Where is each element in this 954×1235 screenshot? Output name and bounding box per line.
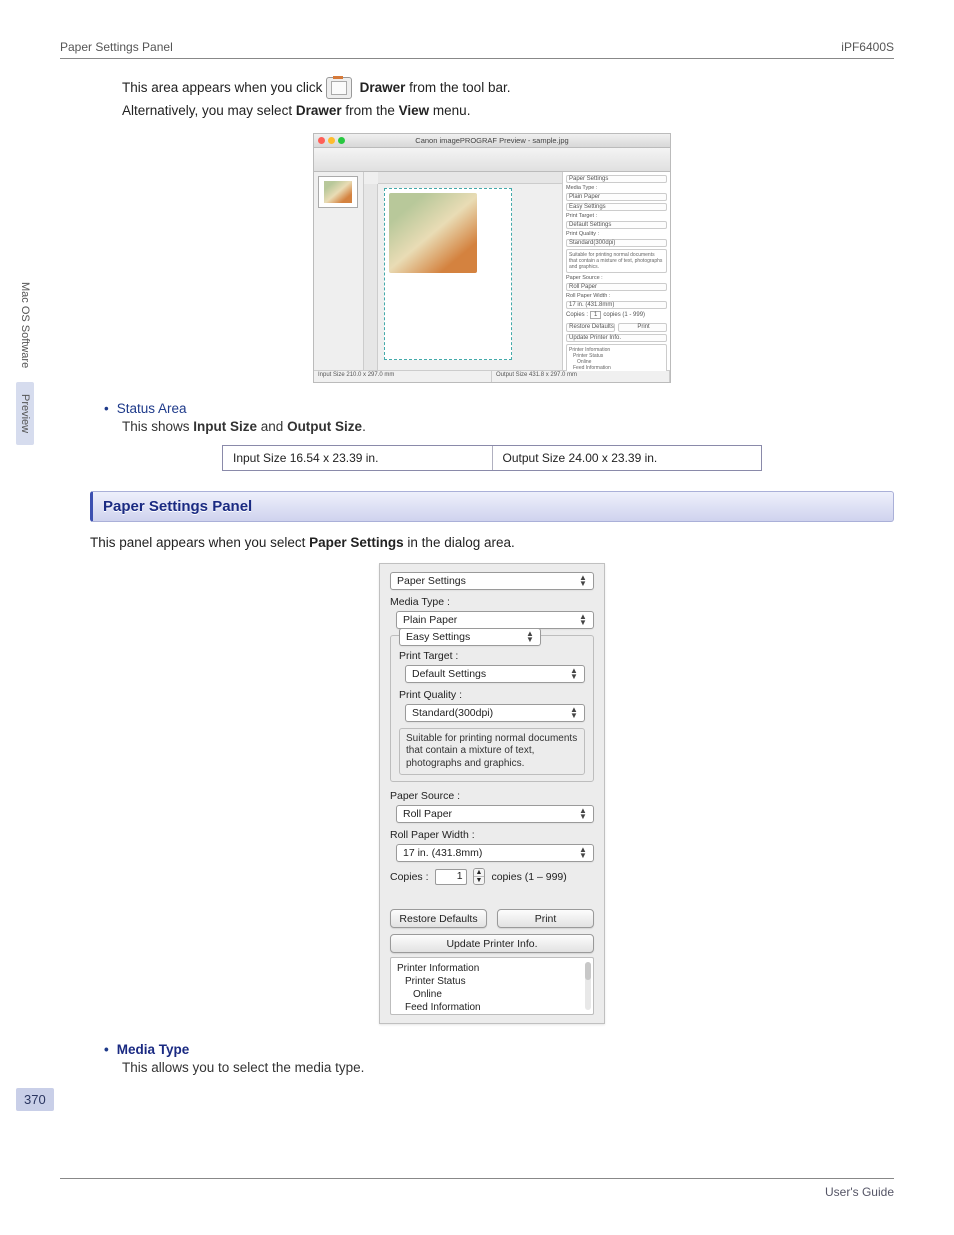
print-quality-label: Print Quality : bbox=[399, 689, 585, 701]
status-area-heading: Status Area bbox=[90, 401, 894, 416]
status-area-output-size: Output Size bbox=[287, 419, 362, 434]
roll-width-select[interactable]: 17 in. (431.8mm) ▲▼ bbox=[396, 844, 594, 862]
copies-label: Copies : bbox=[390, 871, 429, 883]
intro-line2b: from the bbox=[342, 103, 399, 118]
copies-stepper[interactable]: ▲ ▼ bbox=[473, 868, 486, 885]
paper-settings-panel: Paper Settings ▲▼ Media Type : Plain Pap… bbox=[379, 563, 605, 1025]
media-type-desc: This allows you to select the media type… bbox=[122, 1057, 894, 1080]
easy-settings-fieldset: Easy Settings ▲▼ Print Target : Default … bbox=[390, 635, 594, 783]
mini-paper-settings: Paper Settings bbox=[566, 175, 667, 183]
status-area-desc-c: and bbox=[257, 419, 287, 434]
status-strip-output: Output Size 24.00 x 23.39 in. bbox=[493, 446, 762, 470]
section-title: Paper Settings Panel bbox=[103, 498, 252, 515]
thumbnail-icon bbox=[318, 176, 358, 208]
chevron-updown-icon: ▲▼ bbox=[577, 808, 589, 820]
chevron-updown-icon: ▲▼ bbox=[577, 847, 589, 859]
print-target-label: Print Target : bbox=[399, 650, 585, 662]
restore-defaults-button[interactable]: Restore Defaults bbox=[390, 909, 487, 928]
print-quality-select[interactable]: Standard(300dpi) ▲▼ bbox=[405, 704, 585, 722]
media-type-label: Media Type : bbox=[390, 596, 594, 608]
copies-range: copies (1 – 999) bbox=[491, 871, 566, 883]
footer-text: User's Guide bbox=[825, 1185, 894, 1199]
printer-info-box: Printer Information Printer Status Onlin… bbox=[390, 957, 594, 1015]
copies-input[interactable]: 1 bbox=[435, 869, 467, 885]
roll-width-label: Roll Paper Width : bbox=[390, 829, 594, 841]
status-area-desc-a: This shows bbox=[122, 419, 193, 434]
chevron-updown-icon: ▲▼ bbox=[577, 614, 589, 626]
feed-information-label: Feed Information bbox=[397, 1001, 587, 1014]
drawer-icon bbox=[326, 77, 352, 99]
chevron-updown-icon: ▲▼ bbox=[568, 668, 580, 680]
section-desc-b: Paper Settings bbox=[309, 535, 404, 550]
status-area-desc-e: . bbox=[362, 419, 366, 434]
mini-status-output: Output Size 431.8 x 297.0 mm bbox=[492, 371, 670, 382]
section-desc-a: This panel appears when you select bbox=[90, 535, 309, 550]
printer-information-label: Printer Information bbox=[397, 962, 587, 975]
chevron-updown-icon: ▲▼ bbox=[577, 575, 589, 587]
mini-status-input: Input Size 210.0 x 297.0 mm bbox=[314, 371, 492, 382]
side-tab-preview[interactable]: Preview bbox=[16, 382, 34, 445]
update-printer-info-button[interactable]: Update Printer Info. bbox=[390, 934, 594, 953]
header-left: Paper Settings Panel bbox=[60, 40, 173, 54]
chevron-updown-icon: ▲▼ bbox=[524, 631, 536, 643]
chevron-updown-icon: ▲▼ bbox=[568, 707, 580, 719]
intro-drawer2: Drawer bbox=[296, 103, 342, 118]
status-strip: Input Size 16.54 x 23.39 in. Output Size… bbox=[222, 445, 762, 471]
page-number: 370 bbox=[16, 1088, 54, 1111]
intro-line2a: Alternatively, you may select bbox=[122, 103, 296, 118]
media-type-select[interactable]: Plain Paper ▲▼ bbox=[396, 611, 594, 629]
preview-window-screenshot: Canon imagePROGRAF Preview - sample.jpg bbox=[313, 133, 671, 383]
header-right: iPF6400S bbox=[841, 40, 894, 54]
intro-line2c: menu. bbox=[429, 103, 470, 118]
section-title-bar: Paper Settings Panel bbox=[90, 491, 894, 522]
chevron-down-icon: ▼ bbox=[474, 877, 485, 884]
print-button[interactable]: Print bbox=[497, 909, 594, 928]
paper-source-label: Paper Source : bbox=[390, 790, 594, 802]
intro-line1b: from the tool bar. bbox=[405, 80, 510, 95]
help-text-box: Suitable for printing normal documents t… bbox=[399, 728, 585, 776]
status-strip-input: Input Size 16.54 x 23.39 in. bbox=[223, 446, 493, 470]
side-tabs: Mac OS Software Preview bbox=[16, 270, 38, 447]
side-tab-mac-os-software[interactable]: Mac OS Software bbox=[16, 270, 34, 380]
scrollbar[interactable] bbox=[585, 962, 591, 1010]
section-desc-c: in the dialog area. bbox=[404, 535, 515, 550]
intro-drawer: Drawer bbox=[360, 80, 406, 95]
paper-source-select[interactable]: Roll Paper ▲▼ bbox=[396, 805, 594, 823]
easy-settings-select[interactable]: Easy Settings ▲▼ bbox=[399, 628, 541, 646]
status-area-input-size: Input Size bbox=[193, 419, 257, 434]
chevron-up-icon: ▲ bbox=[474, 869, 485, 877]
preview-window-title: Canon imagePROGRAF Preview - sample.jpg bbox=[415, 136, 568, 145]
print-target-select[interactable]: Default Settings ▲▼ bbox=[405, 665, 585, 683]
printer-online-label: Online bbox=[397, 988, 587, 1001]
paper-settings-select[interactable]: Paper Settings ▲▼ bbox=[390, 572, 594, 590]
intro-view: View bbox=[399, 103, 430, 118]
printer-status-label: Printer Status bbox=[397, 975, 587, 988]
media-type-heading: Media Type bbox=[90, 1042, 894, 1057]
intro-line1a: This area appears when you click bbox=[122, 80, 326, 95]
